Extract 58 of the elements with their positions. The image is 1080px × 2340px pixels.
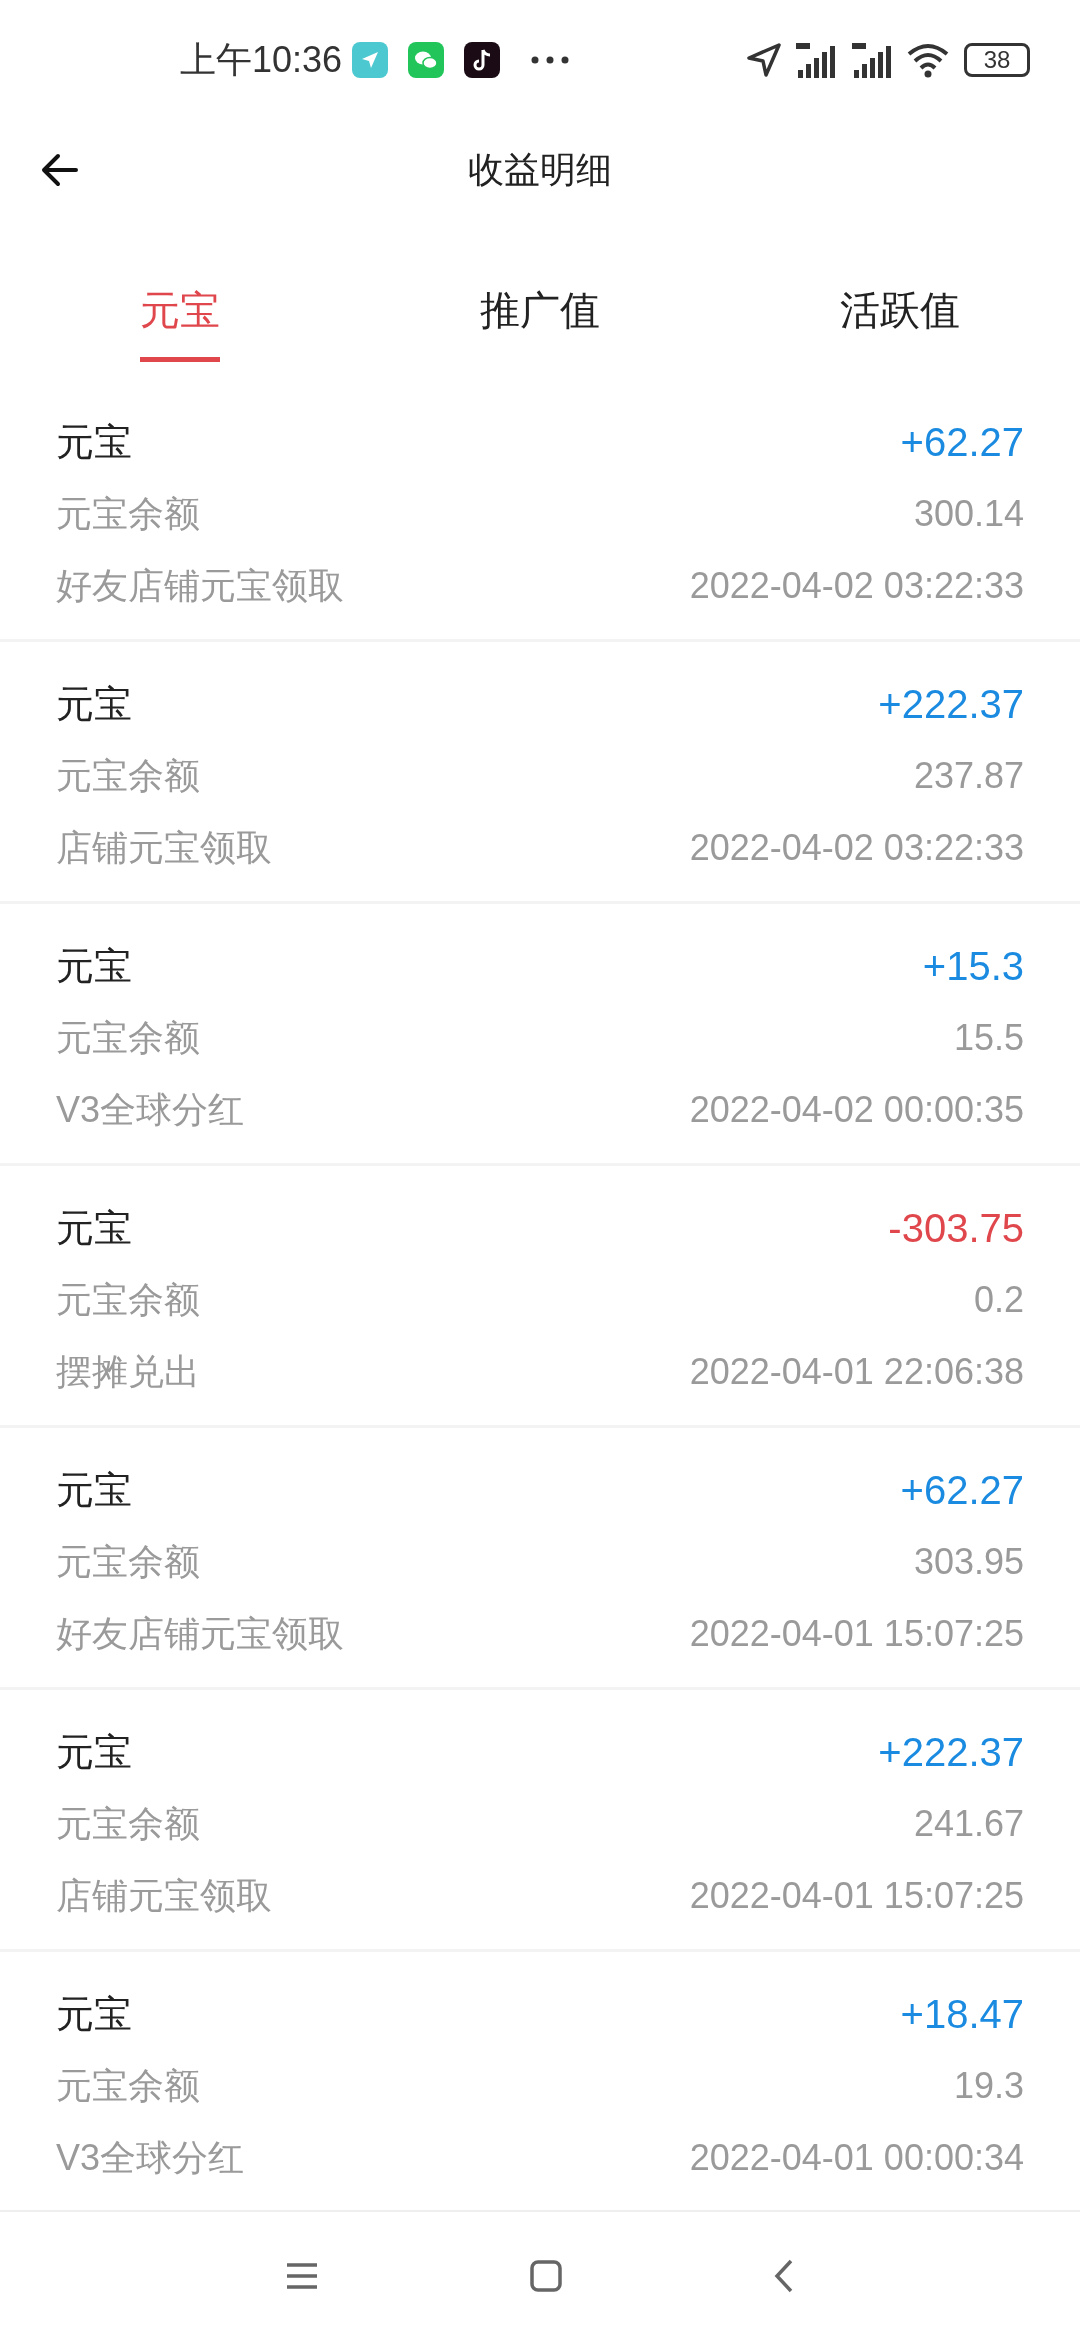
record-description: 好友店铺元宝领取 xyxy=(56,1612,344,1656)
record-description: 摆摊兑出 xyxy=(56,1350,200,1394)
record-time: 2022-04-01 15:07:25 xyxy=(689,1612,1024,1656)
menu-icon[interactable] xyxy=(285,2261,319,2291)
tab[interactable]: 推广值 xyxy=(480,275,600,345)
tab[interactable]: 活跃值 xyxy=(840,275,960,345)
balance-label: 元宝余额 xyxy=(56,2064,200,2108)
balance-label: 元宝余额 xyxy=(56,754,200,798)
record-title: 元宝 xyxy=(56,1467,132,1513)
balance-value: 237.87 xyxy=(913,754,1024,798)
record-description: 店铺元宝领取 xyxy=(56,1874,272,1918)
balance-value: 300.14 xyxy=(913,492,1024,536)
record-time: 2022-04-02 00:00:35 xyxy=(689,1088,1024,1132)
record-time: 2022-04-01 22:06:38 xyxy=(689,1350,1024,1394)
record-description: V3全球分红 xyxy=(56,2136,245,2180)
record-time: 2022-04-01 15:07:25 xyxy=(689,1874,1024,1918)
back-arrow-icon[interactable] xyxy=(40,152,80,188)
record-amount: -303.75 xyxy=(888,1205,1024,1252)
balance-value: 0.2 xyxy=(973,1278,1024,1322)
record-description: 好友店铺元宝领取 xyxy=(56,564,344,608)
record-time: 2022-04-01 00:00:34 xyxy=(689,2136,1024,2180)
more-icon xyxy=(530,55,571,65)
record-description: V3全球分红 xyxy=(56,1088,245,1132)
balance-label: 元宝余额 xyxy=(56,1278,200,1322)
balance-label: 元宝余额 xyxy=(56,1802,200,1846)
record-amount: +222.37 xyxy=(878,681,1024,728)
navigation-app-icon xyxy=(352,42,389,78)
balance-value: 241.67 xyxy=(913,1802,1024,1846)
balance-label: 元宝余额 xyxy=(56,1016,200,1060)
home-square-icon[interactable] xyxy=(529,2259,563,2293)
record-title: 元宝 xyxy=(56,1991,132,2037)
battery-indicator: 38 xyxy=(964,43,1030,77)
record-title: 元宝 xyxy=(56,1729,132,1775)
record-amount: +15.3 xyxy=(922,943,1024,990)
wifi-icon xyxy=(906,42,950,78)
tab[interactable]: 元宝 xyxy=(140,275,220,345)
balance-label: 元宝余额 xyxy=(56,1540,200,1584)
balance-value: 19.3 xyxy=(953,2064,1024,2108)
record-title: 元宝 xyxy=(56,419,132,465)
location-arrow-icon xyxy=(746,42,782,78)
page-title: 收益明细 xyxy=(468,148,612,192)
record-description: 店铺元宝领取 xyxy=(56,826,272,870)
record-title: 元宝 xyxy=(56,1205,132,1251)
record-amount: +62.27 xyxy=(900,419,1024,466)
record-title: 元宝 xyxy=(56,943,132,989)
record-amount: +18.47 xyxy=(900,1991,1024,2038)
record-amount: +222.37 xyxy=(878,1729,1024,1776)
balance-value: 15.5 xyxy=(953,1016,1024,1060)
record-amount: +62.27 xyxy=(900,1467,1024,1514)
balance-value: 303.95 xyxy=(913,1540,1024,1584)
chat-app-icon xyxy=(408,42,445,78)
record-time: 2022-04-02 03:22:33 xyxy=(689,564,1024,608)
record-time: 2022-04-02 03:22:33 xyxy=(689,826,1024,870)
record-title: 元宝 xyxy=(56,681,132,727)
music-note-app-icon xyxy=(464,42,501,78)
balance-label: 元宝余额 xyxy=(56,492,200,536)
back-chevron-icon[interactable] xyxy=(773,2258,795,2294)
status-time: 上午10:36 xyxy=(180,38,343,82)
